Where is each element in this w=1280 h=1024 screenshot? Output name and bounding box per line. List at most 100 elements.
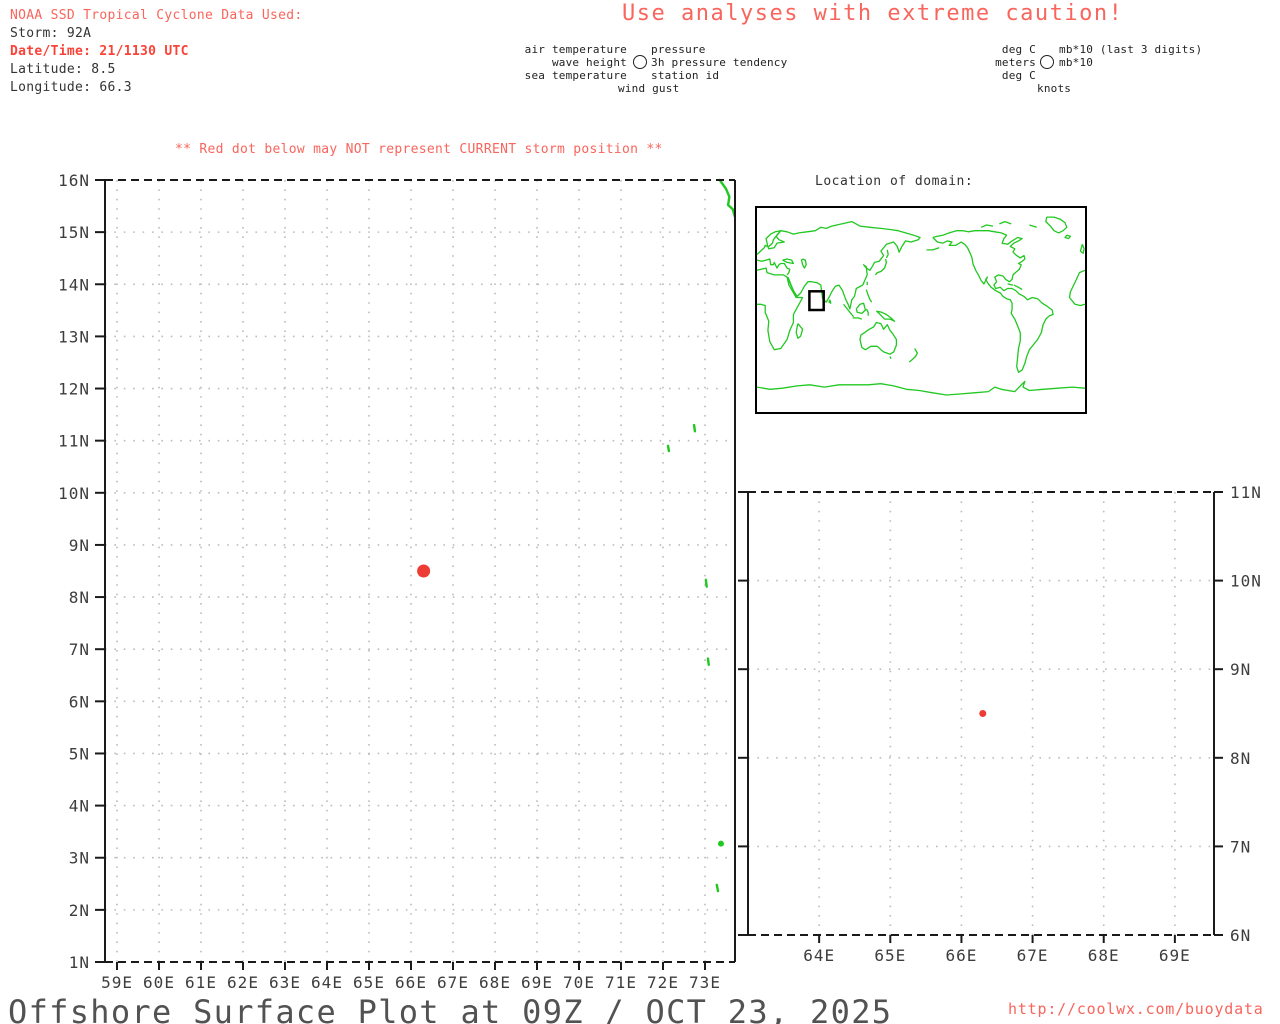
y-tick-label: 1N [69,953,90,972]
x-tick-label: 63E [269,973,301,992]
inset-title: Location of domain: [815,174,974,189]
coastline [756,220,921,310]
coastline [1045,216,1068,234]
y-tick-label: 13N [58,327,90,346]
coastline [756,380,1086,396]
y-tick-label: 11N [58,432,90,451]
coastline-fragment [715,883,720,893]
main-plot: 1N 2N 3N 4N 5N 6N 7N 8N 9N 10N 11N 12N 13N 14N 15N 16N 5… [58,171,737,992]
storm-id: Storm: 92A [10,26,92,41]
coastline [926,247,940,251]
caution-warning: Use analyses with extreme caution! [622,1,1124,26]
legend-wind-gust: wind gust [618,82,680,95]
coastline-fragment [666,444,671,453]
x-tick-label: 68E [479,973,511,992]
coastline-fragment [704,578,708,588]
coastline [855,302,867,315]
x-tick-label: 64E [803,946,835,965]
y-tick-label: 5N [69,744,90,763]
y-tick-label: 10N [1230,572,1262,591]
coastline [1029,224,1037,228]
x-tick-label: 69E [521,973,553,992]
coastline [1013,284,1023,291]
offshore-surface-plot-page: NOAA SSD Tropical Cyclone Data Used: Sto… [0,0,1280,1024]
y-tick-label: 9N [1230,660,1251,679]
coastline [908,348,919,363]
station-circle-icon [1040,55,1054,69]
x-tick-label: 66E [395,973,427,992]
y-tick-label: 11N [1230,483,1262,502]
y-tick-label: 7N [69,640,90,659]
coastline-fragment [706,657,710,667]
station-circle-icon [633,55,647,69]
y-tick-label: 3N [69,849,90,868]
y-tick-label: 14N [58,275,90,294]
y-tick-label: 4N [69,797,90,816]
unit-knots: knots [1037,82,1072,95]
coastline [782,258,795,265]
coastline [865,308,869,316]
x-tick-label: 60E [143,973,175,992]
coastline [1068,269,1086,307]
storm-datetime: Date/Time: 21/1130 UTC [10,44,189,59]
y-tick-label: 15N [58,223,90,242]
y-tick-label: 8N [1230,749,1251,768]
coastline [787,278,797,297]
x-tick-label: 67E [1017,946,1049,965]
legend-sea-temperature: sea temperature [524,69,627,82]
storm-longitude: Longitude: 66.3 [10,80,132,95]
unit-deg-c-air: deg C [1001,43,1036,56]
coastline [875,310,896,322]
y-tick-label: 6N [1230,926,1251,945]
plot-title: Offshore Surface Plot at 09Z / OCT 23, 2… [8,993,893,1024]
coastline [800,258,807,269]
coastline [852,317,863,320]
x-tick-label: 67E [437,973,469,992]
x-tick-label: 73E [689,973,721,992]
coastline [828,299,832,304]
x-tick-label: 68E [1088,946,1120,965]
coastline [795,323,804,339]
coastline [885,249,889,259]
world-map-inset [755,206,1087,414]
y-tick-label: 8N [69,588,90,607]
y-tick-label: 9N [69,536,90,555]
coastline [1079,244,1085,254]
x-tick-label: 62E [227,973,259,992]
x-tick-label: 64E [311,973,343,992]
legend-wave-height: wave height [551,56,627,69]
y-tick-label: 2N [69,901,90,920]
coastline [859,321,898,355]
zoom-plot: 6N 7N 8N 9N 10N 11N 64E 65E 66E 67E 68E 69E [738,483,1261,965]
unit-deg-c-sea: deg C [1001,69,1036,82]
legend-station-id: station id [651,69,720,82]
storm-latitude: Latitude: 8.5 [10,62,116,77]
coastline-fragment [718,178,737,218]
x-tick-label: 65E [874,946,906,965]
source-url: http://coolwx.com/buoydata [1008,1000,1264,1018]
coastline [756,267,804,351]
coastline [1064,234,1072,240]
x-tick-label: 70E [563,973,595,992]
x-tick-label: 59E [101,973,133,992]
legend-pressure: pressure [651,43,706,56]
x-tick-label: 65E [353,973,385,992]
unit-mb10-last3: mb*10 (last 3 digits) [1059,43,1203,56]
coastline [932,230,1054,373]
coastline [889,356,892,359]
y-tick-label: 10N [58,484,90,503]
coastline [999,220,1012,225]
storm-info-header: NOAA SSD Tropical Cyclone Data Used: Sto… [10,7,303,97]
coastline [865,289,873,303]
legend-air-temperature: air temperature [524,43,627,56]
y-tick-label: 12N [58,380,90,399]
legend-3h-pressure-tendency: 3h pressure tendency [651,56,788,69]
x-tick-label: 72E [647,973,679,992]
unit-meters: meters [995,56,1036,69]
y-tick-label: 6N [69,692,90,711]
y-tick-label: 16N [58,171,90,190]
data-source-line: NOAA SSD Tropical Cyclone Data Used: [10,8,303,23]
coastline [1007,283,1014,286]
coastline-fragment [692,423,697,433]
unit-mb10: mb*10 [1059,56,1094,69]
